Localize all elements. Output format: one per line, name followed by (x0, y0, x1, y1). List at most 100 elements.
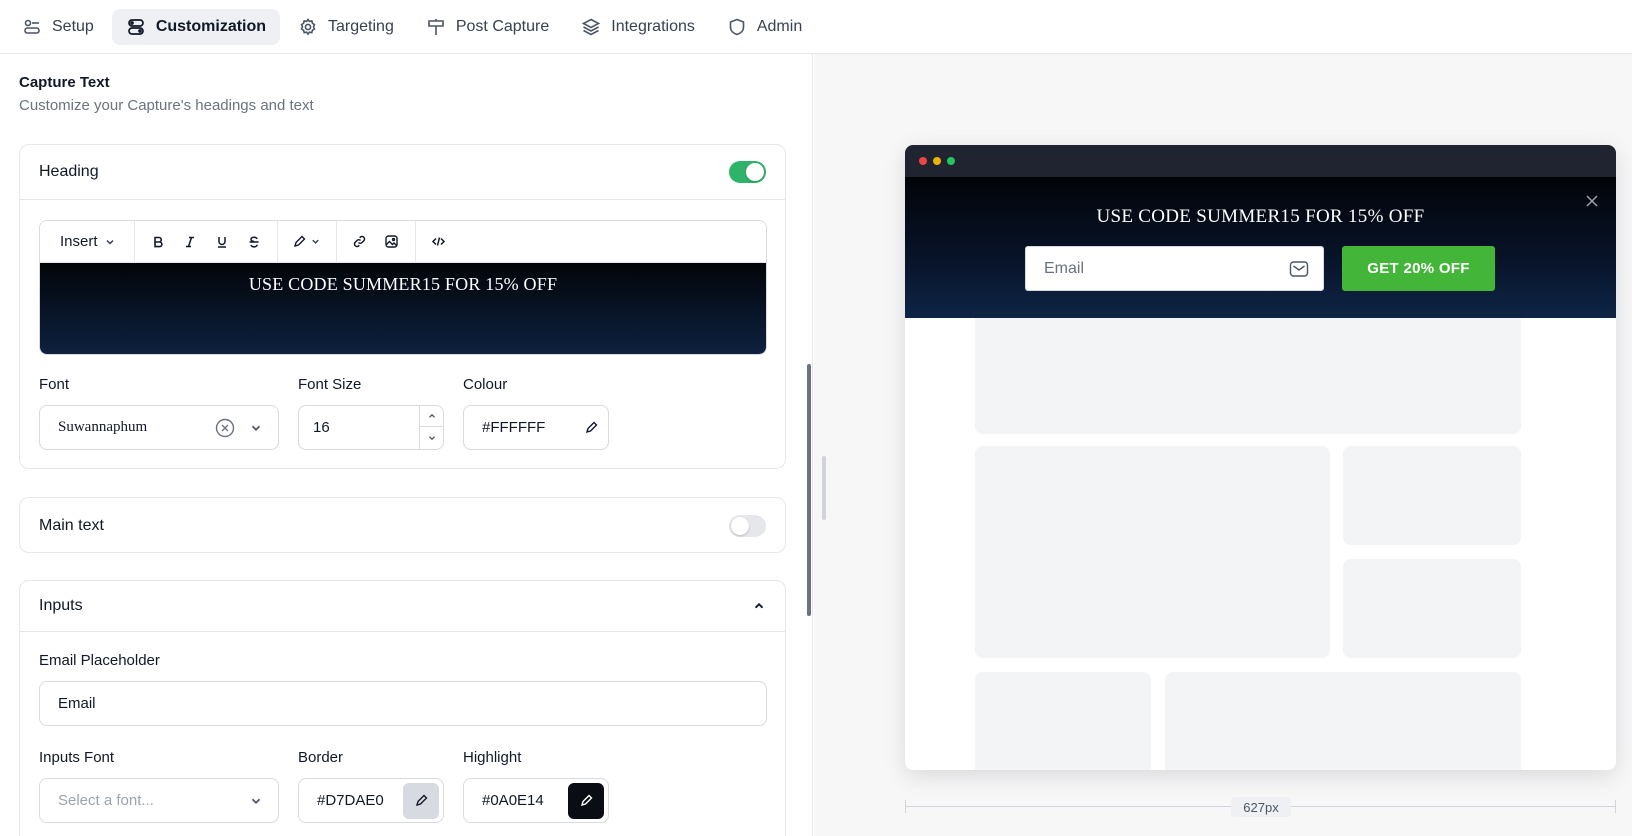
main-text-card: Main text (19, 497, 786, 553)
underline-icon (217, 236, 226, 248)
highlight-colour-input[interactable]: #0A0E14 (463, 778, 609, 823)
gear-icon (300, 17, 316, 35)
placeholder-block (975, 672, 1151, 770)
tab-label: Setup (52, 17, 94, 35)
email-placeholder-input[interactable]: Email (39, 681, 767, 726)
main-text-title: Main text (39, 516, 104, 534)
underline-button[interactable] (209, 229, 235, 255)
section-subtitle: Customize your Capture's headings and te… (19, 97, 314, 114)
width-label: 627px (1231, 797, 1291, 817)
tab-label: Customization (155, 17, 267, 35)
stepper-up[interactable] (420, 406, 443, 427)
main-text-header: Main text (20, 498, 785, 553)
heading-card: Heading Insert USE CODE SUMMER15 FOR 15%… (19, 144, 786, 469)
maximize-dot (947, 157, 955, 165)
inputs-card-title: Inputs (39, 597, 83, 614)
font-size-stepper[interactable]: 16 (298, 405, 444, 450)
link-button[interactable] (347, 229, 373, 255)
font-size-value: 16 (313, 419, 330, 436)
setup-icon (24, 19, 40, 34)
editor-toolbar: Insert (40, 221, 766, 263)
tab-label: Admin (756, 17, 803, 35)
heading-toggle[interactable] (729, 161, 766, 183)
settings-panel: Capture Text Customize your Capture's he… (0, 54, 813, 836)
preview-browser: USE CODE SUMMER15 FOR 15% OFF Email GET … (905, 145, 1616, 770)
stepper-buttons (419, 406, 443, 449)
image-button[interactable] (379, 229, 405, 255)
chevron-down-icon (311, 239, 319, 244)
mail-icon (1289, 260, 1309, 277)
bold-button[interactable] (145, 229, 171, 255)
shield-icon (729, 18, 745, 35)
banner-cta-button[interactable]: GET 20% OFF (1342, 246, 1495, 291)
signpost-icon (428, 18, 444, 35)
heading-editor: Insert USE CODE SUMMER15 FOR 15% OFF (39, 220, 767, 355)
code-icon (431, 237, 446, 246)
colour-label: Colour (463, 376, 508, 393)
heading-card-title: Heading (39, 163, 99, 180)
tab-label: Post Capture (455, 17, 550, 35)
link-icon (353, 235, 366, 248)
highlight-colour-swatch[interactable] (568, 782, 604, 819)
border-colour-value: #D7DAE0 (317, 792, 384, 809)
pen-icon[interactable] (585, 421, 598, 434)
chevron-down-icon[interactable] (249, 421, 263, 435)
chevron-down-icon (251, 798, 261, 804)
top-nav: Setup Customization Targeting Post Captu… (0, 0, 1632, 54)
code-button[interactable] (426, 229, 452, 255)
chevron-up-icon[interactable] (752, 599, 766, 613)
colour-input[interactable]: #FFFFFF (463, 405, 609, 450)
tab-label: Integrations (611, 17, 695, 35)
pen-icon (580, 794, 592, 807)
insert-dropdown[interactable]: Insert (52, 233, 124, 250)
main-text-toggle[interactable] (729, 514, 766, 537)
inputs-font-placeholder: Select a font... (58, 792, 154, 809)
settings-scrollbar[interactable] (807, 364, 811, 616)
chevron-down-icon (105, 239, 114, 245)
placeholder-block (1343, 446, 1521, 545)
banner-email-input[interactable]: Email (1025, 246, 1324, 291)
tab-setup[interactable]: Setup (8, 9, 108, 45)
image-icon (385, 235, 398, 248)
font-select-value: Suwannaphum (58, 419, 148, 435)
tab-admin[interactable]: Admin (713, 9, 816, 45)
bold-icon (153, 236, 163, 247)
layers-icon (582, 18, 601, 35)
font-size-label: Font Size (298, 376, 362, 393)
italic-button[interactable] (177, 229, 203, 255)
banner-email-placeholder: Email (1044, 259, 1085, 277)
tab-targeting[interactable]: Targeting (284, 9, 408, 45)
font-select[interactable]: Suwannaphum (39, 405, 279, 450)
inputs-font-select[interactable]: Select a font... (39, 778, 279, 823)
stepper-down[interactable] (420, 427, 443, 448)
insert-label: Insert (60, 233, 98, 250)
inputs-font-label: Inputs Font (39, 749, 115, 766)
minimize-dot (933, 157, 941, 165)
section-title: Capture Text (19, 74, 110, 91)
inputs-card-header[interactable]: Inputs (20, 581, 785, 632)
pen-icon (293, 235, 306, 248)
tab-label: Targeting (328, 17, 394, 35)
resize-handle[interactable] (822, 456, 826, 520)
heading-card-header: Heading (20, 145, 785, 200)
tab-post-capture[interactable]: Post Capture (412, 9, 563, 45)
border-colour-input[interactable]: #D7DAE0 (298, 778, 444, 823)
border-label: Border (298, 749, 344, 766)
clear-circle-icon[interactable] (215, 418, 235, 438)
close-icon[interactable] (1584, 193, 1600, 209)
colour-value: #FFFFFF (482, 419, 546, 436)
capture-banner: USE CODE SUMMER15 FOR 15% OFF Email GET … (905, 177, 1616, 318)
chevron-up-icon (428, 413, 435, 418)
text-color-dropdown[interactable] (288, 229, 326, 255)
strikethrough-button[interactable] (241, 229, 267, 255)
tab-integrations[interactable]: Integrations (567, 9, 709, 45)
highlight-label: Highlight (463, 749, 522, 766)
editor-heading-text: USE CODE SUMMER15 FOR 15% OFF (248, 274, 558, 294)
email-placeholder-value: Email (58, 695, 96, 712)
width-ruler: 627px (905, 797, 1616, 817)
tab-customization[interactable]: Customization (111, 8, 281, 45)
border-colour-swatch[interactable] (403, 782, 439, 819)
placeholder-block (975, 446, 1330, 658)
browser-titlebar (905, 145, 1616, 177)
editor-content[interactable]: USE CODE SUMMER15 FOR 15% OFF (40, 263, 766, 354)
